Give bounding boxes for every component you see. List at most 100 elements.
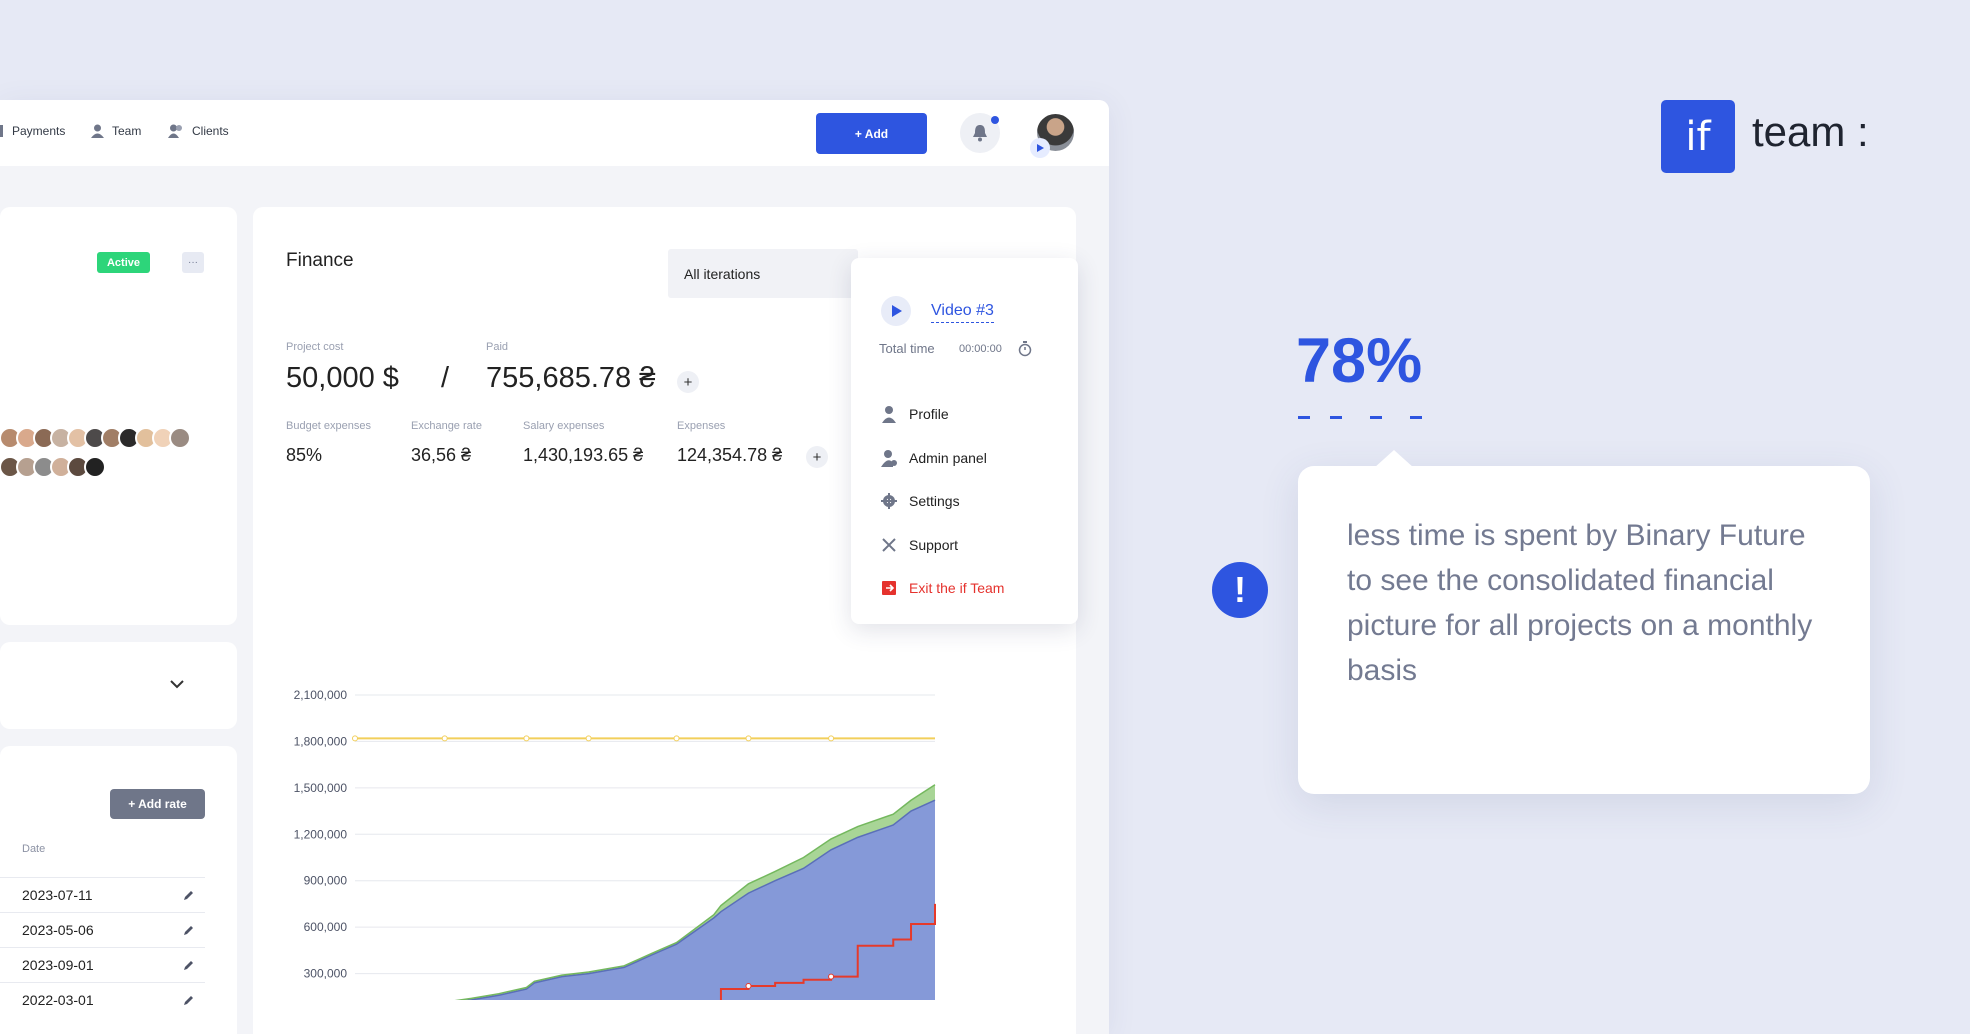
edit-icon[interactable] [183,959,195,971]
budget-expenses-label: Budget expenses [286,420,372,432]
paid-label: Paid [486,341,509,353]
member-avatar [84,456,106,478]
bell-icon [973,125,987,142]
brand-name: team : [1752,108,1869,155]
more-button[interactable]: ··· [182,252,204,273]
menu-item-support[interactable]: Support [881,537,958,553]
y-tick-label: 1,500,000 [294,781,348,795]
app-window: Payments Team Clients + Add Active ··· +… [0,100,1109,1034]
dash-decoration [1410,416,1422,419]
table-row: 2022-03-01 [0,982,205,1017]
add-expense-button[interactable]: + [806,446,828,468]
data-point [745,982,752,989]
data-point [745,735,752,742]
exchange-rate-value: 36,56 ₴ [411,445,472,465]
member-avatar [169,427,191,449]
nav-team-label: Team [112,124,142,138]
payments-icon [0,125,3,137]
users-icon [168,124,182,138]
expenses-label: Expenses [677,420,726,432]
y-tick-label: 1,200,000 [294,827,348,841]
user-icon [91,124,104,138]
user-icon [882,406,896,423]
y-tick-label: 1,800,000 [294,734,348,748]
rate-date: 2023-09-01 [22,957,94,973]
table-row: 2023-09-01 [0,947,205,982]
project-cost-label: Project cost [286,341,344,353]
chevron-down-icon[interactable] [170,680,184,689]
total-time-value: 00:00:00 [959,343,1002,355]
alert-icon: ! [1212,562,1268,618]
top-bar: Payments Team Clients + Add [0,100,1109,166]
menu-item-settings[interactable]: Settings [881,493,960,509]
nav-payments[interactable]: Payments [0,124,65,138]
project-cost-value: 50,000 $ [286,362,399,394]
team-avatars [0,427,191,449]
salary-expenses-value: 1,430,193.65 ₴ [523,445,644,465]
date-column-header: Date [22,843,46,855]
add-button[interactable]: + Add [816,113,927,154]
play-icon [1030,138,1050,158]
menu-item-label: Profile [909,406,949,422]
menu-item-admin-panel[interactable]: Admin panel [881,449,987,467]
nav-payments-label: Payments [12,124,66,138]
y-tick-label: 900,000 [304,874,348,888]
paid-value: 755,685.78 ₴ [486,362,656,394]
edit-icon[interactable] [183,924,195,936]
data-point [352,735,358,742]
nav-clients-label: Clients [192,124,229,138]
status-badge: Active [97,252,150,273]
dash-decoration [1330,416,1342,419]
rate-date: 2022-03-01 [22,992,94,1008]
admin-icon [881,450,897,467]
notification-dot [991,116,999,124]
y-tick-label: 300,000 [304,967,348,981]
add-payment-button[interactable]: + [677,371,699,393]
expenses-value: 124,354.78 ₴ [677,445,783,465]
series-area-blue [470,800,935,1000]
if-logo: if [1661,100,1735,173]
iterations-select[interactable]: All iterations [668,249,858,298]
callout-text: less time is spent by Binary Future to s… [1347,519,1813,687]
y-tick-label: 600,000 [304,920,348,934]
nav-team[interactable]: Team [91,124,141,138]
data-point [673,735,680,742]
data-point [441,735,448,742]
callout-arrow [1374,450,1414,468]
video-link[interactable]: Video #3 [931,302,994,323]
salary-expenses-label: Salary expenses [523,420,605,432]
nav-clients[interactable]: Clients [168,124,229,138]
data-point [828,735,835,742]
value-separator: / [441,362,450,394]
edit-icon[interactable] [183,889,195,901]
menu-item-label: Support [909,537,959,553]
add-rate-button[interactable]: + Add rate [110,789,205,819]
menu-item-label: Exit the if Team [909,580,1005,596]
budget-expenses-value: 85% [286,445,323,465]
team-avatars [0,456,106,478]
edit-icon[interactable] [183,994,195,1006]
play-video-button[interactable] [881,296,911,326]
finance-chart: 0300,000600,000900,0001,200,0001,500,000… [294,688,936,1000]
menu-item-label: Admin panel [909,450,987,466]
rate-date: 2023-07-11 [22,887,93,903]
dash-decoration [1370,416,1382,419]
rate-date: 2023-05-06 [22,922,94,938]
menu-item-exit[interactable]: Exit the if Team [881,580,1004,596]
collapsed-card[interactable] [0,642,237,729]
highlight-percent: 78% [1296,326,1423,396]
menu-item-profile[interactable]: Profile [881,405,949,423]
total-time-label: Total time [879,341,935,356]
exchange-rate-label: Exchange rate [411,420,482,432]
finance-title: Finance [286,250,354,271]
y-tick-label: 2,100,000 [294,688,348,702]
user-menu: Video #3 Total time 00:00:00 Profile Adm… [851,258,1078,624]
table-row: 2023-07-11 [0,877,205,912]
exit-icon [882,581,896,595]
gear-icon [881,493,897,509]
tools-icon [882,538,896,552]
table-row: 2023-05-06 [0,912,205,947]
stopwatch-icon[interactable] [1018,341,1032,357]
data-point [523,735,530,742]
data-point [585,735,592,742]
